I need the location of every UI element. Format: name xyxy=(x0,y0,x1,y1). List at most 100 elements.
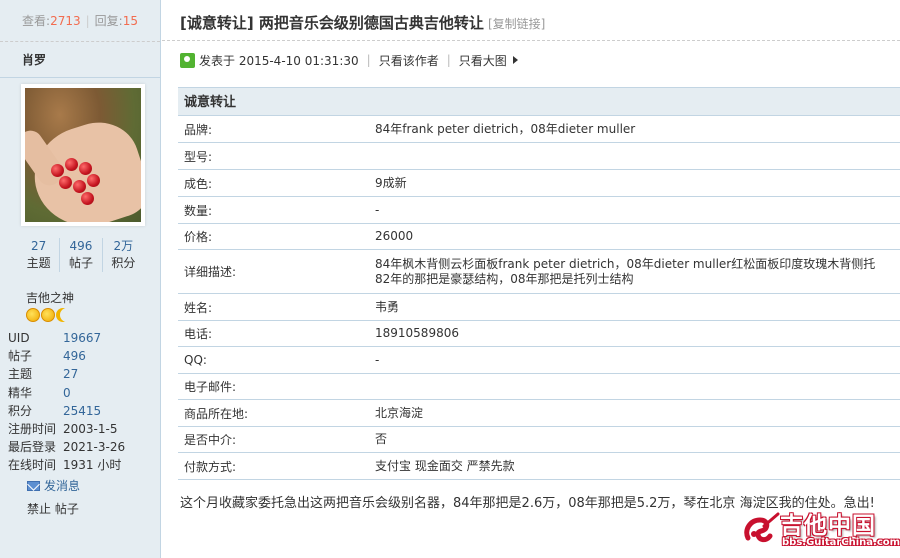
thread-stats: 查看: 2713 | 回复: 15 xyxy=(0,0,160,42)
field-value: 84年frank peter dietrich，08年dieter muller xyxy=(375,121,636,136)
big-image-link[interactable]: 只看大图 xyxy=(459,52,507,69)
user-group[interactable]: 吉他之神 xyxy=(26,289,74,306)
field-value: 84年枫木背侧云杉面板frank peter dietrich，08年diete… xyxy=(375,257,900,287)
title-divider xyxy=(162,40,900,41)
post-meta: 发表于 2015-4-10 01:31:30 | 只看该作者 | 只看大图 xyxy=(180,51,518,69)
avatar-berry xyxy=(81,192,94,205)
field-label: 商品所在地: xyxy=(184,406,249,421)
count-credits-label: 积分 xyxy=(111,256,136,270)
field-value: 韦勇 xyxy=(375,299,400,314)
avatar-berry xyxy=(87,174,100,187)
info-value-link[interactable]: 0 xyxy=(63,384,71,402)
author-info: UID 19667 帖子 496 主题 27 精华 0 积分 25415 注册时间 2003… xyxy=(8,329,125,475)
field-value: 否 xyxy=(375,432,388,446)
form-row-payment: 付款方式: 支付宝 现金面交 严禁先款 xyxy=(178,453,900,480)
form-row-qq: QQ: - xyxy=(178,347,900,374)
form-title: 诚意转让 xyxy=(178,87,900,116)
field-label: 型号: xyxy=(184,149,213,164)
avatar-berry xyxy=(73,180,86,193)
form-row-description: 详细描述: 84年枫木背侧云杉面板frank peter dietrich，08年… xyxy=(178,250,900,294)
count-posts-value[interactable]: 496 xyxy=(60,238,101,255)
mail-icon xyxy=(27,480,40,491)
moon-icon xyxy=(60,308,74,322)
info-row: 精华 0 xyxy=(8,384,125,402)
count-posts-label: 帖子 xyxy=(68,256,93,270)
author-counts: 27 主题 496 帖子 2万 积分 xyxy=(18,238,144,272)
avatar[interactable] xyxy=(25,88,141,222)
info-value-link[interactable]: 25415 xyxy=(63,402,101,420)
form-row-model: 型号: xyxy=(178,143,900,170)
form-row-brand: 品牌: 84年frank peter dietrich，08年dieter mul… xyxy=(178,116,900,143)
info-key: 帖子 xyxy=(8,349,33,364)
ban-post-link[interactable]: 禁止 帖子 xyxy=(27,500,79,517)
info-key: 最后登录 xyxy=(8,440,57,455)
field-value: - xyxy=(375,352,380,367)
send-message-link[interactable]: 发消息 xyxy=(27,477,80,494)
info-row: UID 19667 xyxy=(8,329,125,347)
count-topics[interactable]: 27 主题 xyxy=(18,238,61,272)
watermark-name: 吉他中国 xyxy=(780,513,876,539)
info-key: 注册时间 xyxy=(8,421,57,436)
avatar-berry xyxy=(59,176,72,189)
info-key: 主题 xyxy=(8,367,33,382)
views-label: 查看: xyxy=(22,14,51,28)
author-sidebar: 查看: 2713 | 回复: 15 肖罗 27 主题 496 帖子 2万 积分 … xyxy=(0,0,161,558)
field-label: 电子邮件: xyxy=(184,380,237,394)
field-label: QQ: xyxy=(184,353,207,367)
info-key: UID xyxy=(8,331,30,345)
info-value: 2021-3-26 xyxy=(63,440,126,455)
form-row-price: 价格: 26000 xyxy=(178,224,900,250)
trade-form: 诚意转让 品牌: 84年frank peter dietrich，08年diete… xyxy=(178,87,900,480)
meta-divider: | xyxy=(446,53,451,67)
count-posts[interactable]: 496 帖子 xyxy=(60,238,103,272)
post-title-bar: [诚意转让] 两把音乐会级别德国古典吉他转让 [复制链接] xyxy=(180,12,545,33)
info-value-link[interactable]: 496 xyxy=(63,347,86,365)
field-label: 数量: xyxy=(184,203,213,218)
info-key: 在线时间 xyxy=(8,458,57,473)
field-label: 电话: xyxy=(184,327,213,341)
info-key: 积分 xyxy=(8,403,33,418)
field-label: 详细描述: xyxy=(184,265,237,279)
send-message-label[interactable]: 发消息 xyxy=(44,477,80,494)
post-title: [诚意转让] 两把音乐会级别德国古典吉他转让 xyxy=(180,14,484,32)
author-username[interactable]: 肖罗 xyxy=(0,42,160,78)
only-author-link[interactable]: 只看该作者 xyxy=(379,52,439,69)
views-count: 2713 xyxy=(50,13,81,28)
form-row-name: 姓名: 韦勇 xyxy=(178,294,900,321)
stats-divider: | xyxy=(85,13,90,28)
count-topics-label: 主题 xyxy=(26,256,51,270)
field-value: 9成新 xyxy=(375,175,407,190)
field-value: 北京海淀 xyxy=(375,405,424,420)
info-row: 积分 25415 xyxy=(8,402,125,420)
info-row: 在线时间 1931 小时 xyxy=(8,456,125,474)
form-row-quantity: 数量: - xyxy=(178,197,900,224)
site-watermark: 吉他中国 bbs.GuitarChina.com xyxy=(742,506,900,552)
form-row-condition: 成色: 9成新 xyxy=(178,170,900,197)
field-label: 是否中介: xyxy=(184,433,237,447)
guitar-logo-icon xyxy=(744,512,780,543)
rank-stars xyxy=(26,308,70,322)
avatar-berry xyxy=(65,158,78,171)
info-value: 2003-1-5 xyxy=(63,421,118,436)
sun-icon xyxy=(41,308,55,322)
info-row: 主题 27 xyxy=(8,365,125,383)
play-triangle-icon[interactable] xyxy=(512,56,518,64)
replies-label: 回复: xyxy=(94,14,123,28)
count-credits-value[interactable]: 2万 xyxy=(103,238,144,255)
info-value-link[interactable]: 27 xyxy=(63,365,78,383)
info-value-link[interactable]: 19667 xyxy=(63,329,101,347)
info-key: 精华 xyxy=(8,385,33,400)
copy-link-button[interactable]: [复制链接] xyxy=(488,15,545,32)
meta-divider: | xyxy=(366,53,371,67)
online-status-icon xyxy=(180,52,195,68)
avatar-frame[interactable] xyxy=(21,84,145,226)
count-credits[interactable]: 2万 积分 xyxy=(103,238,144,272)
sun-icon xyxy=(26,308,40,322)
field-value: - xyxy=(375,202,380,217)
field-value: 18910589806 xyxy=(375,326,459,340)
field-value: 26000 xyxy=(375,229,414,243)
field-value: 支付宝 现金面交 严禁先款 xyxy=(375,458,515,473)
count-topics-value[interactable]: 27 xyxy=(18,238,59,255)
watermark-url: bbs.GuitarChina.com xyxy=(782,537,900,548)
avatar-berry xyxy=(79,162,92,175)
